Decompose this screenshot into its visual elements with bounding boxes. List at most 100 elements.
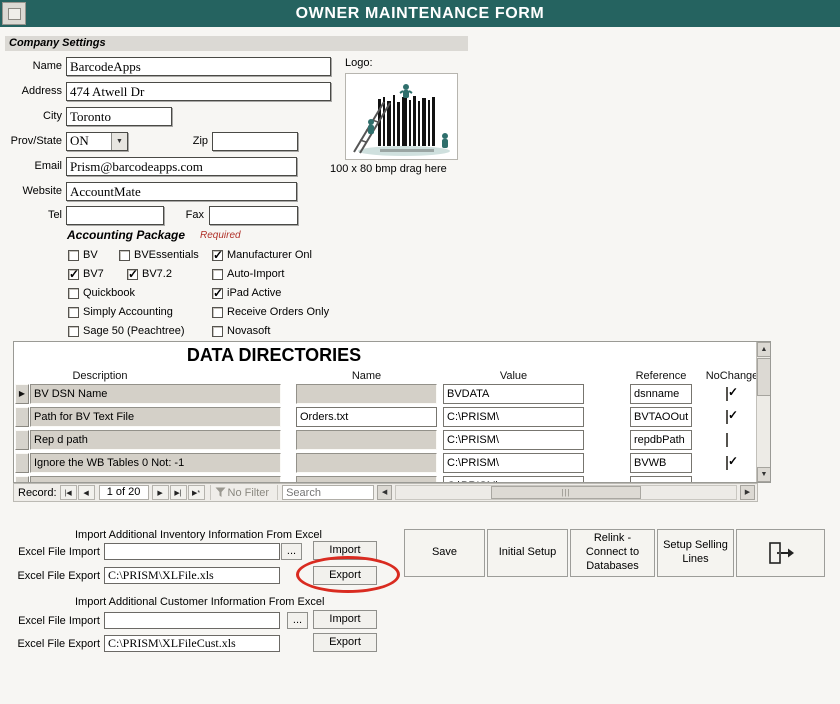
tel-input[interactable]	[66, 206, 164, 225]
checkbox-bv7[interactable]: BV7	[68, 267, 104, 281]
nochange-checkbox[interactable]	[726, 456, 739, 470]
setup-selling-lines-button[interactable]: Setup Selling Lines	[657, 529, 734, 577]
cell-value[interactable]: C:\PRISM\	[443, 407, 584, 427]
grid-vertical-scrollbar[interactable]: ▲ ▼	[756, 342, 770, 482]
scroll-up-arrow-icon[interactable]: ▲	[757, 342, 770, 357]
checkbox-box	[119, 249, 130, 261]
inventory-export-button[interactable]: Export	[313, 566, 377, 585]
row-selector[interactable]	[15, 407, 29, 427]
inventory-import-input[interactable]	[104, 543, 280, 560]
checkbox-bvessentials[interactable]: BVEssentials	[119, 249, 199, 261]
inventory-export-input[interactable]	[104, 567, 280, 584]
checkbox-novasoft[interactable]: Novasoft	[212, 325, 270, 337]
cell-reference[interactable]: dsnname	[630, 384, 692, 404]
cell-name[interactable]	[296, 384, 437, 404]
fax-input[interactable]	[209, 206, 298, 225]
logo-image[interactable]	[345, 73, 458, 160]
cell-value[interactable]: C:\PRISM\	[443, 453, 584, 473]
form-icon[interactable]	[2, 2, 26, 25]
last-record-button[interactable]: ▶|	[169, 485, 187, 500]
relink-databases-button[interactable]: Relink - Connect to Databases	[570, 529, 655, 577]
cell-value[interactable]: BVDATA	[443, 384, 584, 404]
customer-import-input[interactable]	[104, 612, 280, 629]
email-label: Email	[34, 160, 62, 172]
initial-setup-button[interactable]: Initial Setup	[487, 529, 568, 577]
cell-name[interactable]	[296, 476, 437, 482]
horizontal-scroll-thumb[interactable]: |||	[491, 486, 641, 499]
customer-browse-button[interactable]: ...	[287, 612, 308, 629]
email-input[interactable]	[66, 157, 297, 176]
exit-button[interactable]	[736, 529, 825, 577]
checkbox-box	[212, 248, 223, 262]
new-record-button[interactable]: ▶*	[187, 485, 205, 500]
row-selector[interactable]: ▶	[15, 384, 29, 404]
previous-record-button[interactable]: ◀	[77, 485, 95, 500]
no-filter-label[interactable]: No Filter	[228, 487, 270, 499]
search-input[interactable]	[282, 485, 375, 500]
checkbox-manufacturer-onl[interactable]: Manufacturer Onl	[212, 248, 312, 262]
hscroll-right-arrow-icon[interactable]: ▶	[740, 485, 755, 500]
owner-maintenance-form: OWNER MAINTENANCE FORM Company Settings …	[0, 0, 840, 704]
checkbox-label: BVEssentials	[134, 249, 199, 261]
row-selector[interactable]	[15, 453, 29, 473]
dropdown-arrow-icon[interactable]: ▼	[111, 133, 127, 150]
barcode-clipart	[353, 84, 450, 156]
checkbox-receive-orders-only[interactable]: Receive Orders Only	[212, 306, 329, 318]
vertical-scroll-thumb[interactable]	[757, 358, 770, 396]
cell-name[interactable]	[296, 430, 437, 450]
cell-name[interactable]	[296, 453, 437, 473]
prov-state-value: ON	[70, 133, 89, 148]
cell-value[interactable]: C:\PRISM\	[443, 430, 584, 450]
nochange-checkbox[interactable]	[726, 410, 739, 424]
cell-name[interactable]: Orders.txt	[296, 407, 437, 427]
scroll-down-arrow-icon[interactable]: ▼	[757, 467, 770, 482]
grid-title: DATA DIRECTORIES	[186, 345, 362, 365]
row-selector[interactable]	[15, 476, 29, 482]
address-label: Address	[21, 85, 62, 97]
checkbox-ipad-active[interactable]: iPad Active	[212, 286, 281, 300]
checkbox-quickbook[interactable]: Quickbook	[68, 287, 135, 299]
cell-reference[interactable]	[630, 476, 692, 482]
zip-input[interactable]	[212, 132, 298, 151]
customer-export-button[interactable]: Export	[313, 633, 377, 652]
cell-value[interactable]: C:\PRISM\	[443, 476, 584, 482]
inventory-browse-button[interactable]: ...	[281, 543, 302, 560]
checkbox-box	[68, 267, 79, 281]
customer-export-input[interactable]	[104, 635, 280, 652]
checkbox-box	[68, 325, 79, 337]
customer-import-label: Excel File Import	[18, 615, 100, 627]
city-label: City	[43, 110, 62, 122]
first-record-button[interactable]: |◀	[59, 485, 77, 500]
save-button[interactable]: Save	[404, 529, 485, 577]
record-position[interactable]: 1 of 20	[98, 485, 149, 500]
form-title: OWNER MAINTENANCE FORM	[295, 5, 545, 22]
website-label: Website	[22, 185, 62, 197]
checkbox-sage50-peachtree[interactable]: Sage 50 (Peachtree)	[68, 325, 185, 337]
prov-state-select[interactable]: ON ▼	[66, 132, 128, 151]
logo-label: Logo:	[345, 57, 373, 69]
cell-reference[interactable]: BVTAOOut	[630, 407, 692, 427]
hscroll-left-arrow-icon[interactable]: ◀	[377, 485, 393, 500]
nochange-checkbox[interactable]	[726, 387, 739, 401]
city-input[interactable]	[66, 107, 172, 126]
cell-reference[interactable]: BVWB	[630, 453, 692, 473]
address-input[interactable]	[66, 82, 331, 101]
nochange-checkbox[interactable]	[726, 433, 739, 447]
inventory-export-label: Excel File Export	[17, 570, 100, 582]
next-record-button[interactable]: ▶	[151, 485, 169, 500]
name-input[interactable]	[66, 57, 331, 76]
cell-reference[interactable]: repdbPath	[630, 430, 692, 450]
checkbox-bv72[interactable]: BV7.2	[127, 267, 172, 281]
checkbox-auto-import[interactable]: Auto-Import	[212, 268, 284, 280]
inventory-import-button[interactable]: Import	[313, 541, 377, 560]
row-selector[interactable]	[15, 430, 29, 450]
checkbox-bv[interactable]: BV	[68, 249, 98, 261]
checkbox-box	[726, 387, 728, 401]
customer-import-button[interactable]: Import	[313, 610, 377, 629]
website-input[interactable]	[66, 182, 297, 201]
title-bar: OWNER MAINTENANCE FORM	[0, 0, 840, 27]
horizontal-scrollbar[interactable]: |||	[395, 485, 737, 500]
record-label: Record:	[18, 486, 57, 499]
checkbox-box	[127, 267, 138, 281]
checkbox-simply-accounting[interactable]: Simply Accounting	[68, 306, 173, 318]
